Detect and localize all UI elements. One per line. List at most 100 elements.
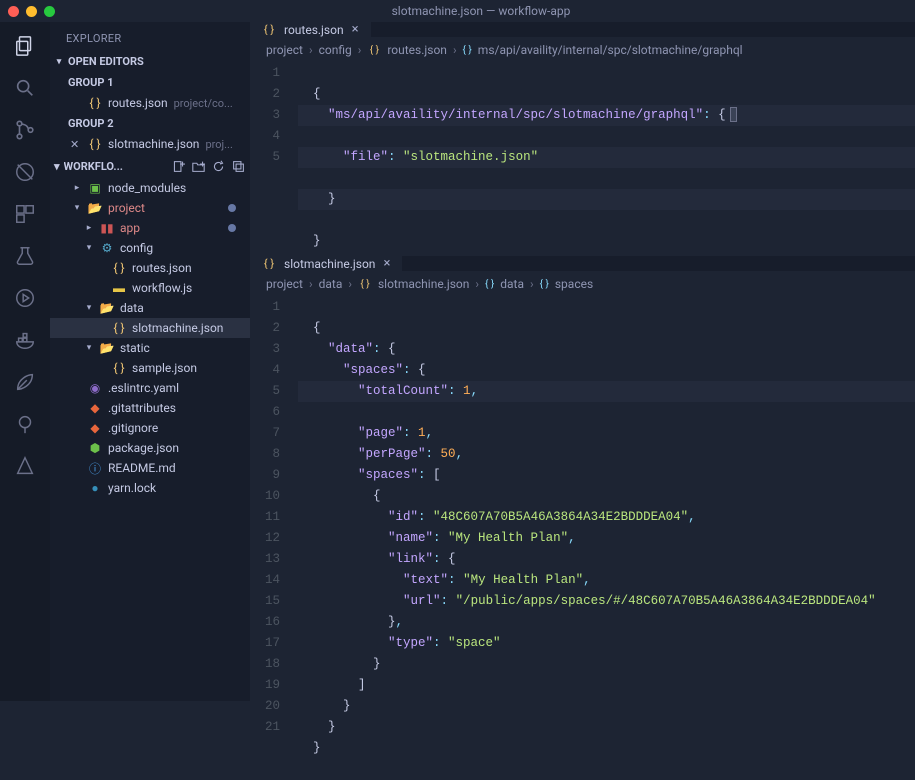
json-icon: { } xyxy=(112,361,126,375)
modified-dot-icon xyxy=(228,224,236,232)
activity-leaf-icon[interactable] xyxy=(11,368,39,396)
crumb[interactable]: project xyxy=(266,277,303,291)
tab-routes-json[interactable]: { } routes.json × xyxy=(250,22,371,37)
close-icon[interactable]: × xyxy=(352,22,359,37)
close-icon[interactable]: × xyxy=(383,256,390,271)
open-editor-routes[interactable]: { } routes.json project/co... xyxy=(50,93,250,113)
tree-yarn-lock[interactable]: ●yarn.lock xyxy=(50,478,250,498)
folder-static-icon: 📂 xyxy=(100,341,114,355)
workspace-head[interactable]: ▾ WORKFLO... xyxy=(50,154,250,178)
js-icon: ▬ xyxy=(112,281,126,295)
tree-package-json[interactable]: ⬢package.json xyxy=(50,438,250,458)
activity-azure-icon[interactable] xyxy=(11,452,39,480)
window-close-icon[interactable] xyxy=(8,6,19,17)
code-editor-slotmachine[interactable]: 123456789101112131415161718192021 { "dat… xyxy=(250,297,915,780)
tree-sample-json[interactable]: { } sample.json xyxy=(50,358,250,378)
tabs-group-1: { } routes.json × xyxy=(250,22,915,37)
tree-data[interactable]: ▾📂data xyxy=(50,298,250,318)
tree-label: .eslintrc.yaml xyxy=(108,381,179,395)
code-editor-routes[interactable]: 12345 { "ms/api/availity/internal/spc/sl… xyxy=(250,63,915,252)
tree-slotmachine-json[interactable]: { }slotmachine.json xyxy=(50,318,250,338)
tree-app[interactable]: ▸▮▮app xyxy=(50,218,250,238)
tree-label: README.md xyxy=(108,461,176,475)
crumb[interactable]: data xyxy=(319,277,343,291)
json-icon: { } xyxy=(358,277,372,291)
tree-label: .gitattributes xyxy=(108,401,176,415)
collapse-all-icon[interactable] xyxy=(230,158,246,174)
crumb[interactable]: data xyxy=(500,277,524,291)
folder-data-icon: 📂 xyxy=(100,301,114,315)
info-icon: ⓘ xyxy=(88,461,102,475)
open-editors-label: OPEN EDITORS xyxy=(68,55,144,68)
window-minimize-icon[interactable] xyxy=(26,6,37,17)
new-file-icon[interactable] xyxy=(170,158,186,174)
line-gutter: 12345 xyxy=(250,63,298,252)
tab-label: slotmachine.json xyxy=(284,257,375,271)
crumb[interactable]: slotmachine.json xyxy=(378,277,469,291)
activity-debug-icon[interactable] xyxy=(11,158,39,186)
crumb[interactable]: routes.json xyxy=(387,43,447,57)
editor-area: { } routes.json × project› config› { } r… xyxy=(250,22,915,701)
tree-label: static xyxy=(120,341,150,355)
activity-explorer-icon[interactable] xyxy=(11,32,39,60)
crumb[interactable]: project xyxy=(266,43,303,57)
tree-routes-json[interactable]: { }routes.json xyxy=(50,258,250,278)
activity-bar xyxy=(0,22,50,701)
activity-target-icon[interactable] xyxy=(11,284,39,312)
chevron-down-icon: ▾ xyxy=(54,160,60,173)
git-icon: ◆ xyxy=(88,401,102,415)
activity-scm-icon[interactable] xyxy=(11,116,39,144)
chevron-down-icon: ▾ xyxy=(84,343,94,353)
tabs-group-2: { } slotmachine.json × xyxy=(250,256,915,271)
close-icon[interactable]: ✕ xyxy=(70,138,82,151)
chevron-down-icon: ▾ xyxy=(54,57,64,67)
breadcrumb-pane-1[interactable]: project› config› { } routes.json› { } ms… xyxy=(250,37,915,63)
tree-workflow-js[interactable]: ▬workflow.js xyxy=(50,278,250,298)
open-editor-name: routes.json xyxy=(108,96,168,110)
tree-gitignore[interactable]: ◆ .gitignore xyxy=(50,418,250,438)
tree-label: .gitignore xyxy=(108,421,158,435)
crumb[interactable]: spaces xyxy=(555,277,593,291)
yarn-icon: ● xyxy=(88,481,102,495)
folder-config-icon: ⚙ xyxy=(100,241,114,255)
activity-search-icon[interactable] xyxy=(11,74,39,102)
open-editor-slotmachine[interactable]: ✕ { } slotmachine.json proj... xyxy=(50,134,250,154)
git-icon: ◆ xyxy=(88,421,102,435)
refresh-icon[interactable] xyxy=(210,158,226,174)
code-lines[interactable]: { "ms/api/availity/internal/spc/slotmach… xyxy=(298,63,915,252)
code-lines[interactable]: { "data": { "spaces": { "totalCount": 1,… xyxy=(298,297,915,780)
npm-icon: ⬢ xyxy=(88,441,102,455)
titlebar: slotmachine.json — workflow-app xyxy=(0,0,915,22)
open-editor-path: proj... xyxy=(205,138,232,151)
open-editors-head[interactable]: ▾ OPEN EDITORS xyxy=(50,51,250,72)
window-maximize-icon[interactable] xyxy=(44,6,55,17)
open-editor-path: project/co... xyxy=(174,97,233,110)
new-folder-icon[interactable] xyxy=(190,158,206,174)
crumb[interactable]: ms/api/availity/internal/spc/slotmachine… xyxy=(478,43,743,57)
activity-docker-icon[interactable] xyxy=(11,326,39,354)
json-icon: { } xyxy=(112,321,126,335)
tree-node-modules[interactable]: ▸ ▣ node_modules xyxy=(50,178,250,198)
json-icon: { } xyxy=(262,23,276,37)
tree-label: app xyxy=(120,221,140,235)
tree-readme[interactable]: ⓘ README.md xyxy=(50,458,250,478)
tree-static[interactable]: ▾ 📂 static xyxy=(50,338,250,358)
tree-label: sample.json xyxy=(132,361,197,375)
workspace-name: WORKFLO... xyxy=(64,160,166,173)
chevron-right-icon: ▸ xyxy=(72,183,82,193)
activity-tree-icon[interactable] xyxy=(11,410,39,438)
chevron-down-icon: ▾ xyxy=(72,203,82,213)
breadcrumb-pane-2[interactable]: project› data› { } slotmachine.json› { }… xyxy=(250,271,915,297)
activity-extensions-icon[interactable] xyxy=(11,200,39,228)
tree-project[interactable]: ▾📂project xyxy=(50,198,250,218)
node-modules-icon: ▣ xyxy=(88,181,102,195)
tree-eslintrc[interactable]: ◉.eslintrc.yaml xyxy=(50,378,250,398)
cursor-icon xyxy=(730,107,737,122)
tab-slotmachine-json[interactable]: { } slotmachine.json × xyxy=(250,256,402,271)
tree-config[interactable]: ▾⚙config xyxy=(50,238,250,258)
tree-gitattributes[interactable]: ◆ .gitattributes xyxy=(50,398,250,418)
tree-label: node_modules xyxy=(108,181,186,195)
crumb[interactable]: config xyxy=(319,43,352,57)
activity-beaker-icon[interactable] xyxy=(11,242,39,270)
json-icon: { } xyxy=(367,43,381,57)
